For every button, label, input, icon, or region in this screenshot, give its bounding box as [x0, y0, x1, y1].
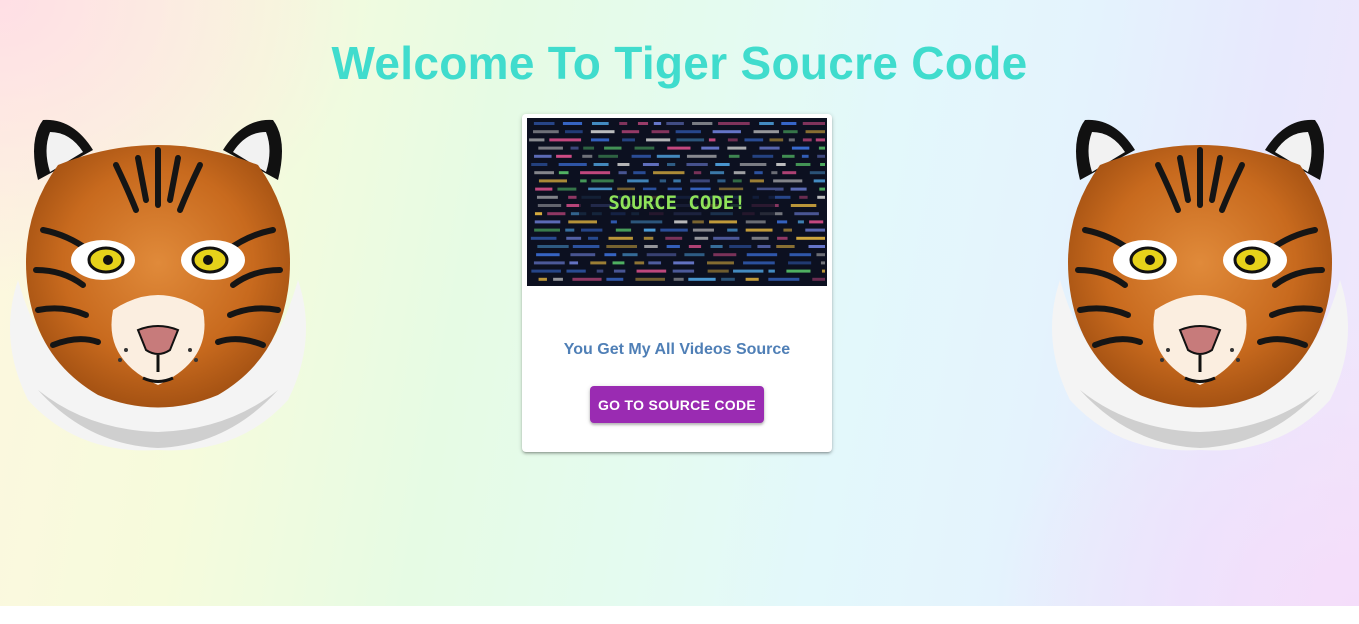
go-to-source-code-button[interactable]: GO TO SOURCE CODE	[590, 386, 764, 423]
source-code-card: SOURCE CODE! You Get My All Videos Sourc…	[522, 114, 832, 452]
source-code-banner-image: SOURCE CODE!	[527, 118, 827, 286]
card-description: You Get My All Videos Source	[563, 341, 791, 358]
tiger-image-right	[1052, 119, 1348, 451]
banner-text: SOURCE CODE!	[608, 192, 745, 214]
page-title: Welcome To Tiger Soucre Code	[331, 37, 1028, 89]
tiger-image-left	[10, 119, 306, 451]
